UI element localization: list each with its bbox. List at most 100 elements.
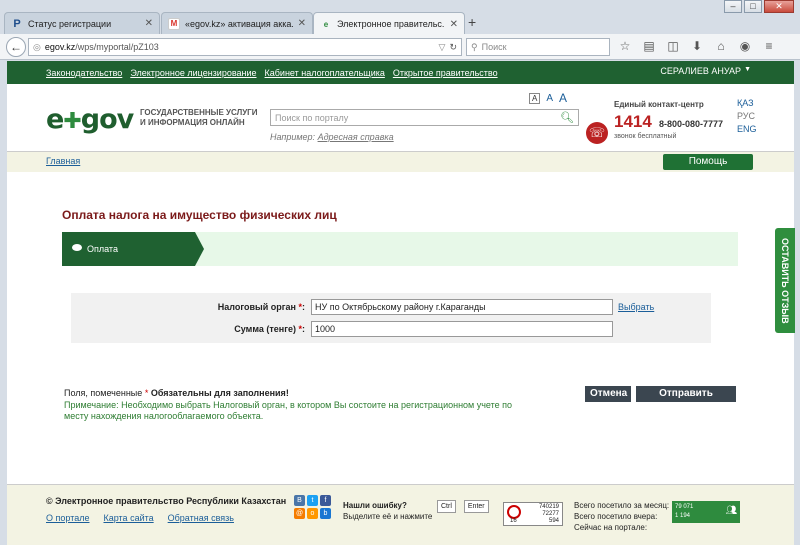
tab-title: Статус регистрации [28, 18, 112, 29]
ctrl-key: Ctrl [437, 500, 456, 513]
egov-logo[interactable]: e✚gov [46, 104, 134, 135]
contact-number-alt: 8-800-080-7777 [659, 119, 724, 129]
caret-down-icon[interactable]: ▼ [744, 66, 751, 73]
step-payment: Оплата [62, 232, 204, 266]
browser-search-input[interactable]: ⚲ Поиск [466, 38, 610, 56]
odnoklassniki-icon[interactable]: о [307, 508, 318, 519]
counter-logo-icon [507, 505, 521, 519]
tab-close-icon[interactable]: ✕ [298, 18, 306, 29]
browser-navbar: ← ◎ egov.kz/wps/myportal/pZ103 ▽ ↻ ⚲ Пои… [0, 34, 800, 60]
phone-icon: ☏ [586, 122, 608, 144]
blog-icon[interactable]: b [320, 508, 331, 519]
search-icon[interactable]: 🔍︎ [560, 111, 574, 124]
language-switcher: ҚАЗ РУС ENG [737, 98, 757, 134]
portal-search-placeholder: Поиск по порталу [275, 112, 349, 123]
tab-favicon-icon: M [168, 17, 180, 30]
form-row-tax-office: Налоговый орган *: НУ по Октябрьскому ра… [71, 296, 711, 318]
required-note: Поля, помеченные * Обязательны для запол… [64, 388, 289, 398]
mail-icon[interactable]: @ [294, 508, 305, 519]
form-remark: Примечание: Необходимо выбрать Налоговый… [64, 400, 513, 421]
menu-icon[interactable]: ≡ [762, 39, 776, 53]
url-text: egov.kz/wps/myportal/pZ103 [44, 42, 159, 52]
send-request-button[interactable]: Отправить запрос [636, 386, 736, 415]
reload-icon[interactable]: ↻ [449, 42, 457, 53]
contact-free-note: звонок бесплатный [614, 133, 677, 140]
tab-close-icon[interactable]: ✕ [450, 19, 458, 30]
tax-office-input[interactable]: НУ по Октябрьскому району г.Караганды [311, 299, 613, 315]
facebook-icon[interactable]: f [320, 495, 331, 506]
topnav-open-gov-link[interactable]: Открытое правительство [393, 68, 498, 78]
people-icon: 👥︎ [725, 505, 737, 515]
reading-list-icon[interactable]: ▤ [642, 39, 656, 53]
page-title: Оплата налога на имущество физических ли… [62, 208, 337, 222]
user-menu[interactable]: СЕРАЛИЕВ АНУАР [660, 66, 741, 76]
enter-key: Enter [463, 500, 489, 513]
bookmark-star-icon[interactable]: ☆ [618, 39, 632, 53]
browser-tab[interactable]: P Статус регистрации ✕ [4, 12, 160, 34]
twitter-icon[interactable]: t [307, 495, 318, 506]
contact-label: Единый контакт-центр [614, 100, 704, 109]
search-icon: ⚲ [471, 41, 478, 52]
form-row-sum: Сумма (тенге) *: 1000 [71, 318, 711, 340]
top-navigation: Законодательство Электронное лицензирова… [7, 61, 794, 84]
eye-icon [72, 244, 82, 251]
visit-stats: Всего посетило за месяц: Всего посетило … [574, 501, 670, 532]
sum-input[interactable]: 1000 [311, 321, 613, 337]
footer-sitemap-link[interactable]: Карта сайта [103, 513, 153, 523]
logo-tagline: ГОСУДАРСТВЕННЫЕ УСЛУГИ И ИНФОРМАЦИЯ ОНЛА… [140, 108, 258, 127]
tab-strip: P Статус регистрации ✕ M «egov.kz» актив… [0, 10, 800, 35]
site-footer: © Электронное правительство Республики К… [7, 484, 794, 545]
keyboard-hint: Ctrl Enter [437, 500, 489, 513]
search-hint: Например: Адресная справка [270, 132, 394, 142]
font-size-switcher: A A A [529, 91, 567, 105]
back-arrow-icon[interactable]: ← [6, 37, 26, 57]
address-bar[interactable]: ◎ egov.kz/wps/myportal/pZ103 ▽ ↻ [28, 38, 462, 56]
sum-label: Сумма (тенге) *: [234, 324, 305, 334]
vk-icon[interactable]: В [294, 495, 305, 506]
font-large-button[interactable]: A [559, 91, 567, 105]
font-medium-button[interactable]: A [546, 93, 553, 104]
lang-kaz-link[interactable]: ҚАЗ [737, 98, 757, 108]
download-icon[interactable]: ⬇ [690, 39, 704, 53]
breadcrumb-bar: Главная Помощь [7, 152, 794, 172]
font-small-button[interactable]: A [529, 92, 541, 104]
new-tab-icon[interactable]: + [468, 14, 476, 30]
social-icons: В t f @ о b [294, 495, 331, 519]
chat-icon[interactable]: ◉ [738, 39, 752, 53]
contact-number: 1414 [614, 112, 652, 131]
help-button[interactable]: Помощь [663, 154, 753, 170]
visit-stats-badge: 79 071 1 194 👥︎ [672, 501, 740, 523]
search-hint-link[interactable]: Адресная справка [318, 132, 394, 142]
tab-title: «egov.kz» активация акка... [185, 18, 293, 29]
footer-feedback-link[interactable]: Обратная связь [168, 513, 234, 523]
error-report: Нашли ошибку? Выделите её и нажмите [343, 501, 433, 521]
breadcrumb-home-link[interactable]: Главная [46, 156, 80, 166]
steps-bar: Оплата [62, 232, 738, 266]
tab-favicon-icon: e [323, 19, 329, 29]
tab-favicon-icon: P [13, 17, 21, 30]
topnav-licensing-link[interactable]: Электронное лицензирование [130, 68, 256, 78]
browser-tab[interactable]: M «egov.kz» активация акка... ✕ [161, 12, 313, 34]
choose-tax-office-link[interactable]: Выбрать [618, 302, 654, 312]
lang-rus-current: РУС [737, 111, 756, 121]
payment-form: Налоговый орган *: НУ по Октябрьскому ра… [71, 293, 711, 343]
lang-eng-link[interactable]: ENG [737, 124, 757, 134]
visit-counter-widget[interactable]: 740219 72277 594 16 [503, 502, 563, 526]
globe-icon: ◎ [33, 41, 41, 52]
portal-search-input[interactable]: Поиск по порталу 🔍︎ [270, 109, 579, 126]
footer-copyright: © Электронное правительство Республики К… [46, 496, 287, 506]
home-icon[interactable]: ⌂ [714, 39, 728, 53]
browser-tab-active[interactable]: e Электронное правительс... ✕ [313, 12, 465, 35]
dropdown-arrow-icon[interactable]: ▽ [439, 42, 446, 53]
footer-about-link[interactable]: О портале [46, 513, 89, 523]
pocket-icon[interactable]: ◫ [666, 39, 680, 53]
feedback-side-tab[interactable]: ОСТАВИТЬ ОТЗЫВ [775, 228, 795, 333]
toolbar-icons: ☆ ▤ ◫ ⬇ ⌂ ◉ ≡ [618, 39, 776, 53]
browser-search-placeholder: Поиск [481, 42, 507, 52]
topnav-taxpayer-link[interactable]: Кабинет налогоплательщика [265, 68, 385, 78]
form-notes: Поля, помеченные * Обязательны для запол… [64, 388, 524, 422]
site-header: e✚gov ГОСУДАРСТВЕННЫЕ УСЛУГИ И ИНФОРМАЦИ… [7, 84, 794, 152]
cancel-button[interactable]: Отмена [585, 386, 631, 402]
topnav-legislation-link[interactable]: Законодательство [46, 68, 122, 78]
tab-close-icon[interactable]: ✕ [145, 18, 153, 29]
